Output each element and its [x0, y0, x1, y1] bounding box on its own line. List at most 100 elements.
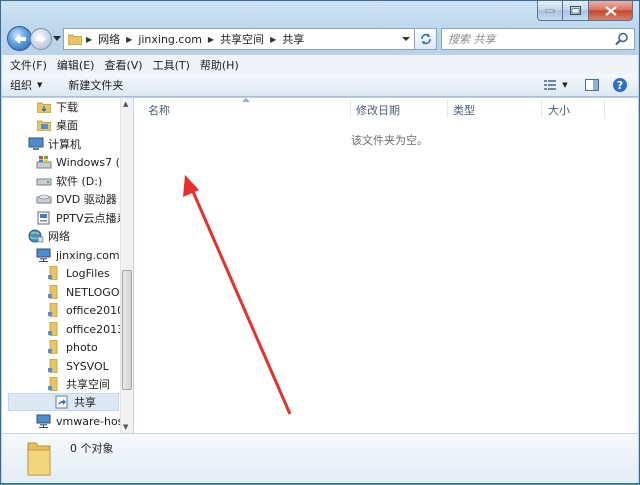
forward-button[interactable]: [30, 28, 52, 50]
tree-label: 软件 (D:): [56, 175, 103, 188]
tree-label: PPTV云点播系: [56, 212, 128, 225]
column-divider[interactable]: [541, 100, 542, 118]
network-computer-icon: [36, 248, 52, 262]
command-bar: 组织 ▼ 新建文件夹 ▼ ?: [2, 74, 638, 97]
shared-folder-icon: [46, 359, 62, 373]
forward-arrow-icon: [36, 34, 46, 44]
desktop-folder-icon: [36, 118, 52, 132]
tree-item-sysvol[interactable]: SYSVOL: [46, 357, 109, 375]
tree-item-office2010[interactable]: office2010: [46, 301, 124, 319]
scrollbar-thumb[interactable]: [122, 270, 132, 390]
column-divider[interactable]: [447, 100, 448, 118]
maximize-button[interactable]: [563, 1, 589, 21]
caption-buttons: [537, 1, 633, 21]
tree-label: vmware-host: [56, 414, 128, 428]
column-label: 类型: [453, 104, 475, 117]
dvd-drive-icon: [36, 192, 52, 206]
breadcrumb-share-space[interactable]: 共享空间: [216, 31, 268, 47]
tree-item-desktop[interactable]: 桌面: [36, 116, 78, 134]
tree-item-office2013[interactable]: office2013: [46, 320, 124, 338]
navigation-pane: 下载 桌面 计算机 Windows7 (C: 软件 (D:) DVD 驱动器 (…: [2, 98, 133, 433]
file-list[interactable]: 名称 修改日期 类型 大小 该文件夹为空。: [134, 98, 638, 433]
explorer-window: ▶ 网络 ▶ jinxing.com ▶ 共享空间 ▶ 共享 搜索 共享 文件(…: [0, 0, 640, 484]
menu-bar: 文件(F) 编辑(E) 查看(V) 工具(T) 帮助(H): [2, 55, 638, 74]
close-icon: [604, 5, 617, 16]
tree-item-drive-d[interactable]: 软件 (D:): [36, 172, 102, 190]
back-button[interactable]: [7, 26, 32, 51]
address-bar[interactable]: ▶ 网络 ▶ jinxing.com ▶ 共享空间 ▶ 共享: [63, 28, 415, 50]
folder-icon: [27, 442, 51, 476]
tree-label: 共享空间: [66, 378, 110, 391]
preview-pane-button[interactable]: [580, 77, 604, 93]
search-input[interactable]: 搜索 共享: [441, 28, 635, 50]
sort-indicator-icon: [242, 98, 250, 102]
column-divider[interactable]: [350, 100, 351, 118]
address-dropdown-icon[interactable]: [402, 35, 410, 43]
scroll-down-icon[interactable]: ▼: [123, 423, 128, 431]
tree-item-vmware[interactable]: vmware-host: [36, 412, 128, 430]
column-modified[interactable]: 修改日期: [356, 102, 400, 118]
new-folder-label: 新建文件夹: [68, 79, 124, 92]
menu-tools[interactable]: 工具(T): [149, 57, 194, 73]
scroll-up-icon[interactable]: ▲: [123, 100, 128, 108]
details-pane: 0 个对象: [2, 433, 638, 483]
tree-label: office2010: [66, 303, 125, 317]
empty-folder-message: 该文件夹为空。: [351, 134, 428, 147]
tree-label: LogFiles: [66, 266, 110, 280]
breadcrumb-separator: ▶: [86, 34, 93, 44]
drive-icon: [36, 174, 52, 188]
menu-edit[interactable]: 编辑(E): [53, 57, 99, 73]
folder-icon: [68, 34, 82, 45]
tree-item-share-space[interactable]: 共享空间: [46, 375, 110, 393]
help-button[interactable]: ?: [608, 77, 632, 93]
breadcrumb-domain[interactable]: jinxing.com: [134, 33, 206, 46]
tree-item-computer[interactable]: 计算机: [28, 135, 81, 153]
column-size[interactable]: 大小: [548, 102, 570, 118]
menu-help[interactable]: 帮助(H): [196, 57, 243, 73]
tree-item-share[interactable]: 共享: [8, 393, 119, 411]
menu-file[interactable]: 文件(F): [6, 57, 51, 73]
tree-label: 共享: [74, 396, 96, 409]
tree-label: 网络: [48, 230, 70, 243]
change-view-button[interactable]: ▼: [544, 77, 568, 93]
breadcrumb-separator: ▶: [126, 34, 133, 44]
organize-button[interactable]: 组织 ▼: [2, 77, 50, 93]
tree-item-logfiles[interactable]: LogFiles: [46, 264, 110, 282]
column-label: 修改日期: [356, 104, 400, 117]
command-bar-right: ▼ ?: [540, 77, 632, 93]
tree-label: office2013: [66, 322, 125, 336]
pptv-drive-icon: [36, 211, 52, 225]
column-name[interactable]: 名称: [148, 102, 170, 118]
tree-item-network[interactable]: 网络: [28, 227, 70, 245]
maximize-icon: [570, 6, 581, 15]
new-folder-button[interactable]: 新建文件夹: [60, 77, 131, 93]
view-dropdown-icon[interactable]: ▼: [562, 81, 567, 89]
column-label: 名称: [148, 104, 170, 117]
recent-pages-dropdown[interactable]: [53, 34, 61, 42]
close-button[interactable]: [589, 1, 633, 21]
column-type[interactable]: 类型: [453, 102, 475, 118]
tree-label: jinxing.com: [56, 248, 120, 262]
minimize-button[interactable]: [537, 1, 563, 21]
minimize-icon: [545, 9, 555, 12]
tree-item-netlogon[interactable]: NETLOGON: [46, 283, 128, 301]
tree-item-pptv[interactable]: PPTV云点播系: [36, 209, 128, 227]
shortcut-folder-icon: [54, 395, 70, 409]
tree-item-photo[interactable]: photo: [46, 338, 98, 356]
menu-view[interactable]: 查看(V): [100, 57, 146, 73]
navigation-scrollbar[interactable]: ▲ ▼: [120, 98, 133, 433]
tree-item-drive-c[interactable]: Windows7 (C:: [36, 153, 131, 171]
breadcrumb-share[interactable]: 共享: [278, 31, 308, 47]
breadcrumb-network[interactable]: 网络: [94, 31, 124, 47]
refresh-button[interactable]: [415, 28, 437, 50]
preview-pane-icon: [585, 79, 599, 91]
downloads-folder-icon: [36, 100, 52, 114]
breadcrumb-separator: ▶: [207, 34, 215, 44]
tree-item-dvd[interactable]: DVD 驱动器 (E: [36, 190, 132, 208]
tree-item-domain[interactable]: jinxing.com: [36, 246, 120, 264]
shared-folder-icon: [46, 322, 62, 336]
item-count: 0 个对象: [70, 442, 114, 455]
tree-item-downloads[interactable]: 下载: [36, 98, 78, 116]
search-icon[interactable]: [615, 32, 629, 46]
column-divider[interactable]: [604, 100, 605, 118]
